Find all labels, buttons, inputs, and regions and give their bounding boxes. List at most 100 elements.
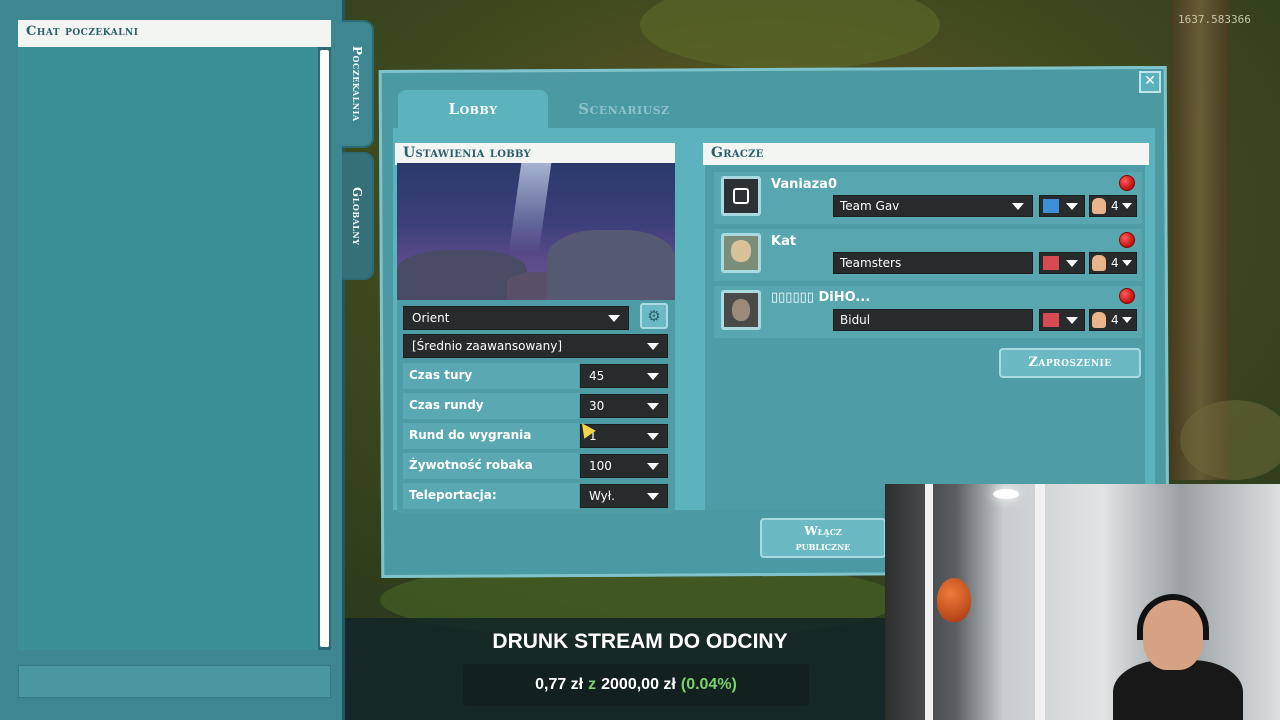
team-color-swatch (1043, 313, 1059, 327)
ready-status-icon (1119, 232, 1135, 248)
tab-scenariusz[interactable]: Scenariusz (549, 90, 699, 128)
tab-lobby[interactable]: Lobby (398, 90, 548, 128)
chat-scrollbar-thumb[interactable] (320, 50, 329, 647)
player-name: ▯▯▯▯▯▯ DiHO... (771, 290, 871, 305)
webcam-punching-bag (937, 578, 971, 622)
webcam-ceiling-light (993, 489, 1019, 499)
avatar-face (732, 299, 750, 321)
chat-messages-area (18, 47, 318, 650)
chevron-down-icon (1122, 260, 1132, 266)
background-foliage (640, 0, 940, 70)
make-public-line2: publiczne (795, 539, 851, 553)
round-time-dropdown[interactable]: 30 (580, 394, 668, 418)
team-dropdown[interactable]: Team Gav (833, 195, 1033, 217)
team-color-dropdown[interactable] (1039, 195, 1085, 217)
turn-time-value: 45 (589, 369, 605, 383)
donation-goal: 0,77 zł z 2000,00 zł (0.04%) (463, 664, 809, 706)
chat-scrollbar[interactable] (318, 47, 331, 650)
make-public-line1: Włącz (804, 524, 842, 538)
option-label: Rund do wygrania (403, 423, 579, 449)
round-time-value: 30 (589, 399, 605, 413)
chevron-down-icon (647, 493, 659, 500)
chevron-down-icon (1012, 203, 1024, 210)
gift-icon (733, 188, 749, 204)
webcam-window-frame (1035, 484, 1045, 720)
tab-poczekalnia-label: Poczekalnia (350, 46, 364, 122)
scheme-dropdown[interactable]: [Średnio zaawansowany] (403, 334, 668, 358)
worm-health-dropdown[interactable]: 100 (580, 454, 668, 478)
background-foliage (1180, 400, 1280, 480)
worm-count-dropdown[interactable]: 4 (1089, 309, 1137, 331)
worm-icon (1092, 255, 1106, 271)
close-button[interactable]: ✕ (1139, 71, 1161, 93)
chevron-down-icon (647, 343, 659, 350)
teleport-value: Wył. (589, 489, 615, 503)
team-field: Teamsters (833, 252, 1033, 274)
ready-status-icon (1119, 175, 1135, 191)
chevron-down-icon (647, 433, 659, 440)
tab-globalny[interactable]: Globalny (342, 152, 374, 280)
frame-counter: 1637.583366 (1178, 13, 1251, 26)
worm-count-value: 4 (1111, 256, 1119, 270)
goal-separator: z (588, 676, 597, 693)
player-name: Kat (771, 234, 797, 249)
worm-icon (1092, 198, 1106, 214)
player-name: Vaniaza0 (771, 177, 837, 192)
map-settings-button[interactable]: ⚙ (640, 303, 668, 329)
team-color-swatch (1043, 256, 1059, 270)
stream-title: DRUNK STREAM DO ODCINY (492, 630, 788, 653)
chevron-down-icon (1122, 317, 1132, 323)
worm-count-value: 4 (1111, 313, 1119, 327)
option-label: Żywotność robaka (403, 453, 579, 479)
worm-count-dropdown[interactable]: 4 (1089, 195, 1137, 217)
map-terrain (547, 230, 675, 300)
players-header: Gracze (703, 143, 1149, 165)
tab-poczekalnia[interactable]: Poczekalnia (342, 20, 374, 148)
map-dropdown-value: Orient (412, 311, 450, 325)
goal-amount: 0,77 zł (535, 676, 584, 693)
goal-percent: (0.04%) (680, 676, 737, 693)
turn-time-dropdown[interactable]: 45 (580, 364, 668, 388)
option-label: Teleportacja: (403, 483, 579, 509)
player-avatar (721, 233, 761, 273)
team-color-dropdown[interactable] (1039, 309, 1085, 331)
chevron-down-icon (647, 463, 659, 470)
team-color-dropdown[interactable] (1039, 252, 1085, 274)
chevron-down-icon (1066, 260, 1078, 267)
team-color-swatch (1043, 199, 1059, 213)
make-public-button[interactable]: Włącz publiczne (760, 518, 886, 558)
worm-count-dropdown[interactable]: 4 (1089, 252, 1137, 274)
player-avatar (721, 176, 761, 216)
avatar-face (731, 240, 751, 262)
gear-icon: ⚙ (647, 307, 661, 325)
map-dropdown[interactable]: Orient (403, 306, 629, 330)
team-value: Bidul (840, 313, 871, 327)
chat-input[interactable] (18, 665, 331, 698)
scheme-dropdown-value: [Średnio zaawansowany] (412, 339, 562, 353)
team-value: Teamsters (840, 256, 902, 270)
goal-target: 2000,00 zł (601, 676, 676, 693)
map-light-ray (508, 163, 552, 253)
player-avatar (721, 290, 761, 330)
map-preview (397, 163, 675, 300)
chevron-down-icon (1122, 203, 1132, 209)
webcam-window-frame (925, 484, 933, 720)
option-label: Czas tury (403, 363, 579, 389)
chevron-down-icon (1066, 203, 1078, 210)
headset-icon (1137, 594, 1209, 640)
ready-status-icon (1119, 288, 1135, 304)
option-label: Czas rundy (403, 393, 579, 419)
chevron-down-icon (647, 373, 659, 380)
invite-button[interactable]: Zaproszenie (999, 348, 1141, 378)
worm-count-value: 4 (1111, 199, 1119, 213)
worm-icon (1092, 312, 1106, 328)
tab-globalny-label: Globalny (350, 186, 364, 246)
chevron-down-icon (608, 315, 620, 322)
worm-health-value: 100 (589, 459, 612, 473)
settings-header: Ustawienia lobby (395, 143, 675, 165)
team-field: Bidul (833, 309, 1033, 331)
chat-title: Chat poczekalni (18, 20, 331, 47)
chevron-down-icon (1066, 317, 1078, 324)
team-dropdown-value: Team Gav (840, 199, 900, 213)
teleport-dropdown[interactable]: Wył. (580, 484, 668, 508)
